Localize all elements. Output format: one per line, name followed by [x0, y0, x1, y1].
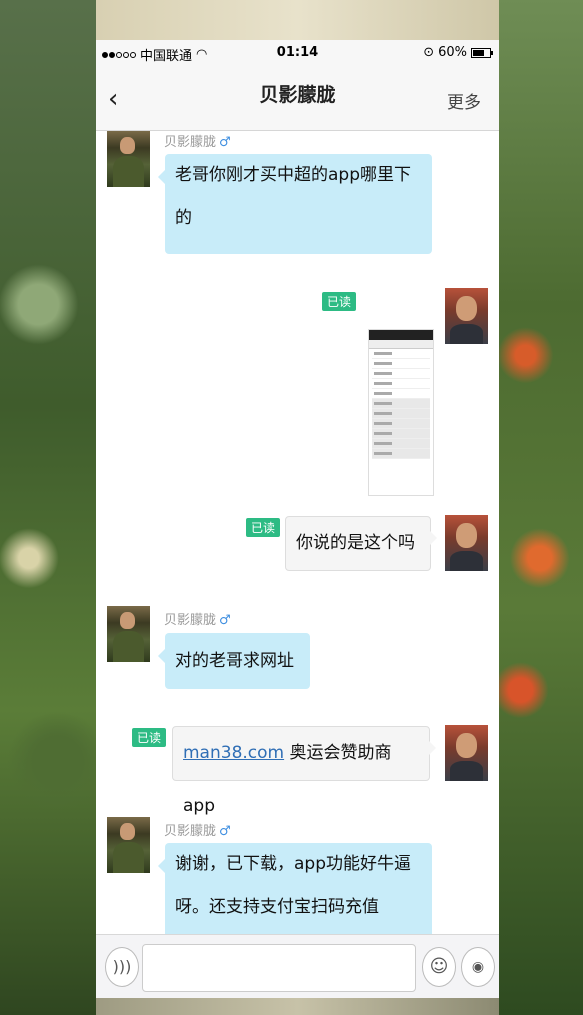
nav-bar: ‹ 贝影朦胧 更多	[96, 66, 499, 131]
sender-name: 贝影朦胧 ♂	[164, 609, 231, 628]
phone-screen: 中国联通 ◠ 01:14 ⊙ 60% ‹ 贝影朦胧 更多 贝影朦胧 ♂ 老哥你刚才…	[96, 40, 499, 998]
message-text-line: 老哥你刚才买中超的app哪里下	[175, 165, 411, 185]
status-right: ⊙ 60%	[423, 45, 493, 60]
screenshot-row	[372, 349, 430, 359]
battery-percent: 60%	[438, 45, 467, 60]
male-icon: ♂	[219, 824, 231, 839]
read-badge: 已读	[322, 292, 357, 311]
input-bar: ))) ☺ ◉	[96, 934, 499, 998]
message-bubble[interactable]: 对的老哥求网址	[158, 633, 310, 689]
sender-name: 贝影朦胧 ♂	[164, 131, 231, 150]
battery-icon	[471, 47, 493, 58]
image-message[interactable]	[368, 329, 434, 496]
avatar[interactable]	[107, 131, 150, 187]
page-title: 贝影朦胧	[259, 84, 336, 106]
male-icon: ♂	[219, 613, 231, 628]
screenshot-row	[372, 449, 430, 459]
avatar[interactable]	[445, 288, 488, 344]
screenshot-row	[372, 439, 430, 449]
message-bubble[interactable]: 老哥你刚才买中超的app哪里下 的	[158, 154, 432, 254]
sender-name-text: 贝影朦胧	[164, 824, 217, 839]
screenshot-row	[372, 409, 430, 419]
voice-icon[interactable]: )))	[105, 947, 139, 987]
message-text-line: 的	[175, 208, 192, 228]
screenshot-row	[372, 369, 430, 379]
read-badge: 已读	[246, 518, 281, 537]
link-man38[interactable]: man38.com	[183, 743, 284, 763]
background-right	[487, 0, 583, 1015]
message-bubble[interactable]: 谢谢，已下载，app功能好牛逼 呀。还支持支付宝扫码充值	[158, 843, 432, 934]
background-top	[96, 0, 499, 40]
orientation-lock-icon: ⊙	[423, 45, 435, 60]
message-input[interactable]	[142, 944, 416, 992]
screenshot-row	[372, 419, 430, 429]
male-icon: ♂	[219, 135, 231, 150]
sender-name-text: 贝影朦胧	[164, 613, 217, 628]
sender-name: 贝影朦胧 ♂	[164, 820, 231, 839]
avatar[interactable]	[107, 817, 150, 873]
emoji-icon[interactable]: ☺	[422, 947, 456, 987]
avatar[interactable]	[445, 725, 488, 781]
chat-area[interactable]: 贝影朦胧 ♂ 老哥你刚才买中超的app哪里下 的 已读 已读 你说的是这个吗 贝…	[96, 131, 499, 934]
message-bubble[interactable]: 你说的是这个吗	[285, 516, 437, 571]
message-text-line: 谢谢，已下载，app功能好牛逼	[175, 854, 411, 874]
screenshot-header	[369, 330, 433, 340]
screenshot-row	[372, 379, 430, 389]
message-bubble[interactable]: man38.com 奥运会赞助商app	[172, 726, 436, 816]
background-left	[0, 0, 96, 1015]
screenshot-row	[372, 429, 430, 439]
more-button[interactable]: 更多	[447, 88, 481, 113]
status-bar: 中国联通 ◠ 01:14 ⊙ 60%	[96, 40, 499, 66]
background-bottom	[96, 998, 499, 1015]
avatar[interactable]	[107, 606, 150, 662]
message-text-line: 呀。还支持支付宝扫码充值	[175, 897, 379, 917]
screenshot-row	[372, 359, 430, 369]
screenshot-tabs	[369, 340, 433, 349]
screenshot-row	[372, 389, 430, 399]
screenshot-row	[372, 399, 430, 409]
avatar[interactable]	[445, 515, 488, 571]
read-badge: 已读	[132, 728, 167, 747]
sender-name-text: 贝影朦胧	[164, 135, 217, 150]
camera-icon[interactable]: ◉	[461, 947, 495, 987]
